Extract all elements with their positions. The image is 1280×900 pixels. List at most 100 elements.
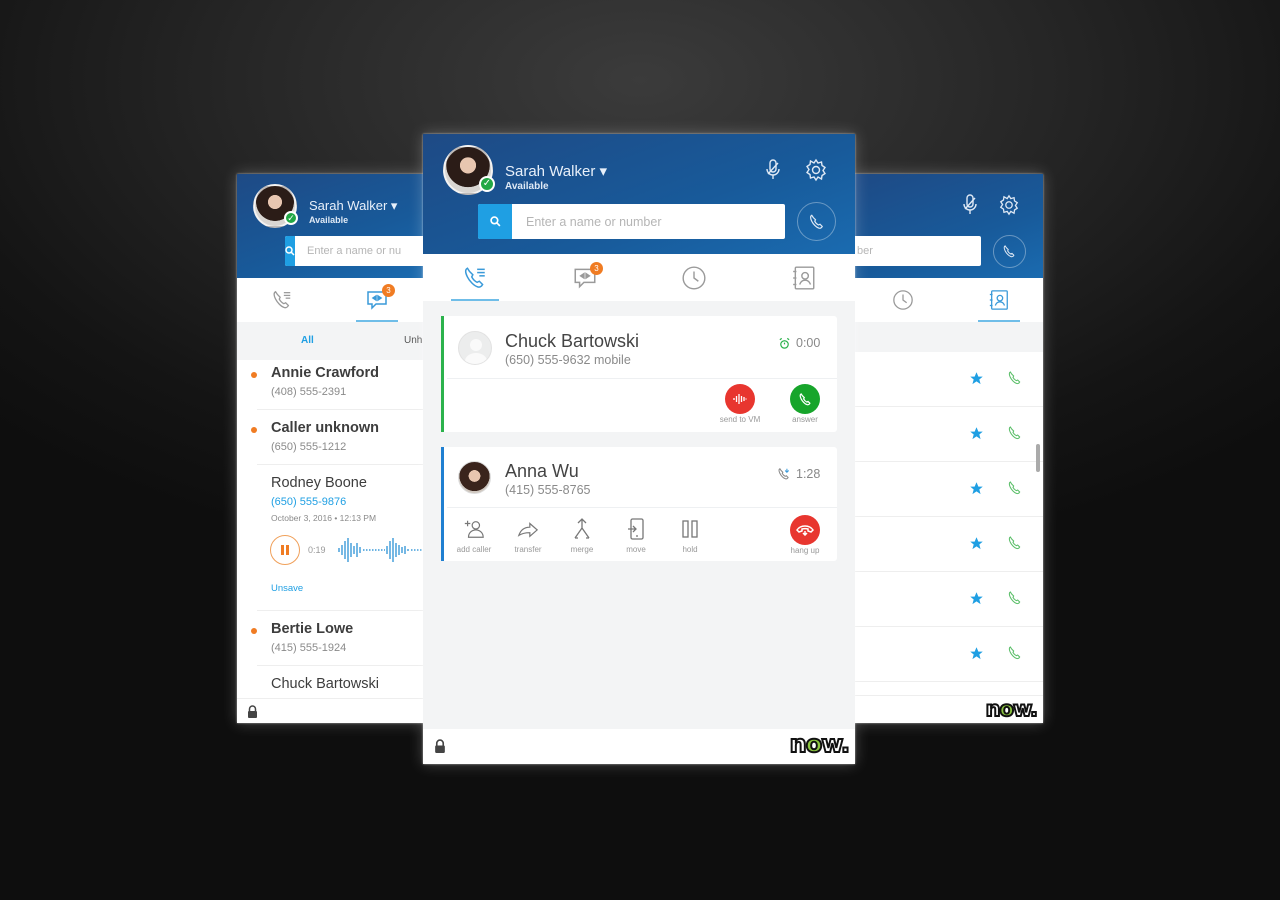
available-check-icon: ✓ (479, 176, 495, 192)
favorite-star-icon[interactable] (969, 426, 984, 441)
lock-icon (248, 705, 257, 718)
filter-bar (853, 322, 1043, 352)
transfer-button[interactable]: transfer (501, 517, 555, 554)
hang-up-label: hang up (790, 546, 820, 555)
move-button[interactable]: move (609, 517, 663, 554)
tab-history[interactable] (673, 254, 715, 301)
tab-calls[interactable] (451, 254, 499, 301)
pause-button[interactable] (270, 535, 300, 565)
tab-bar: 3 (423, 254, 855, 301)
available-check-icon: ✓ (284, 211, 298, 225)
search-button[interactable] (285, 236, 295, 266)
call-in-progress-icon (778, 468, 790, 480)
contact-row[interactable] (853, 352, 1043, 407)
phone-list-icon (273, 290, 291, 309)
incoming-call-card: Chuck Bartowski (650) 555-9632 mobile 0:… (441, 316, 837, 432)
contact-row[interactable] (853, 407, 1043, 462)
user-status: Available (309, 215, 349, 225)
voicemail-list: Annie Crawford (408) 555-2391 Caller unk… (237, 360, 427, 698)
search-input[interactable] (295, 236, 427, 266)
message-badge: 3 (590, 262, 603, 275)
contact-book-icon (793, 265, 815, 290)
contact-row[interactable] (853, 572, 1043, 627)
call-contact-icon[interactable] (1007, 590, 1023, 606)
search-bar (285, 236, 427, 266)
microphone-icon[interactable] (766, 158, 780, 182)
call-contact-icon[interactable] (1007, 370, 1023, 386)
unsave-link[interactable]: Unsave (271, 583, 303, 594)
user-name-dropdown[interactable]: Sarah Walker ▾ (309, 198, 397, 214)
active-call-card: Anna Wu (415) 555-8765 1:28 add caller t… (441, 447, 837, 561)
search-input[interactable] (512, 204, 785, 239)
unread-dot (251, 628, 257, 634)
call-timer: 0:00 (778, 336, 820, 350)
message-badge: 3 (382, 284, 395, 297)
list-item[interactable]: Bertie Lowe (415) 555-1924 (251, 611, 427, 666)
add-caller-button[interactable]: add caller (447, 517, 501, 554)
hang-up-icon (796, 525, 814, 536)
contact-book-icon (989, 290, 1008, 310)
search-button[interactable] (478, 204, 512, 239)
caller-avatar-placeholder (458, 331, 492, 365)
tab-messages[interactable]: 3 (356, 278, 398, 322)
footer (237, 698, 427, 723)
contact-row[interactable] (853, 462, 1043, 517)
transfer-arrow-icon (517, 522, 539, 538)
microphone-icon[interactable] (963, 194, 977, 216)
user-name-dropdown[interactable]: Sarah Walker ▾ (505, 162, 607, 180)
now-logo: now. (789, 729, 851, 759)
hang-up-button[interactable] (790, 515, 820, 545)
favorite-star-icon[interactable] (969, 646, 984, 661)
phone-list-icon (465, 266, 485, 288)
settings-gear-icon[interactable] (804, 158, 828, 182)
list-item[interactable]: Annie Crawford (408) 555-2391 (251, 360, 427, 410)
tab-history[interactable] (883, 278, 923, 322)
list-item-expanded[interactable]: Rodney Boone (650) 555-9876 October 3, 2… (257, 465, 427, 611)
call-contact-icon[interactable] (1007, 645, 1023, 661)
call-button[interactable] (797, 202, 836, 241)
merge-button[interactable]: merge (555, 517, 609, 554)
contact-row[interactable] (853, 517, 1043, 572)
scrollbar[interactable] (1036, 444, 1040, 472)
favorite-star-icon[interactable] (969, 481, 984, 496)
send-to-vm-button[interactable] (725, 384, 755, 414)
call-contact-icon[interactable] (1007, 535, 1023, 551)
phone-link[interactable]: (650) 555-9876 (271, 496, 346, 508)
phone-icon (809, 213, 823, 229)
favorite-star-icon[interactable] (969, 536, 984, 551)
search-input[interactable] (853, 236, 999, 266)
favorite-star-icon[interactable] (969, 591, 984, 606)
contact-row[interactable] (853, 627, 1043, 682)
caller-number: (650) 555-9632 mobile (505, 353, 631, 367)
answer-button[interactable] (790, 384, 820, 414)
tab-calls[interactable] (251, 278, 313, 322)
header: ✓ Sarah Walker ▾ Available (423, 134, 855, 254)
caller-number: (415) 555-8765 (505, 483, 591, 497)
search-bar (853, 236, 999, 266)
unread-dot (251, 372, 257, 378)
contact-list (853, 352, 1043, 695)
phone-icon (799, 392, 811, 405)
tab-contacts[interactable] (978, 278, 1020, 322)
filter-unheard[interactable]: Unh (404, 335, 422, 346)
hold-icon (682, 520, 698, 538)
now-logo: now. (985, 696, 1039, 722)
filter-all[interactable]: All (301, 335, 314, 346)
call-contact-icon[interactable] (1007, 425, 1023, 441)
hold-button[interactable]: hold (663, 517, 717, 554)
settings-gear-icon[interactable] (998, 194, 1020, 216)
call-button[interactable] (993, 235, 1026, 268)
waveform[interactable] (337, 537, 427, 563)
merge-icon (574, 518, 590, 539)
tab-contacts[interactable] (783, 254, 825, 301)
call-contact-icon[interactable] (1007, 480, 1023, 496)
list-item[interactable]: Chuck Bartowski (257, 666, 427, 698)
phone-icon (1003, 245, 1015, 258)
filter-bar: All Unh (237, 322, 427, 360)
search-icon (285, 246, 295, 256)
favorite-star-icon[interactable] (969, 371, 984, 386)
add-person-icon (464, 520, 484, 538)
list-item[interactable]: Caller unknown (650) 555-1212 (251, 410, 427, 465)
tab-messages[interactable]: 3 (563, 254, 607, 301)
header (853, 174, 1043, 278)
